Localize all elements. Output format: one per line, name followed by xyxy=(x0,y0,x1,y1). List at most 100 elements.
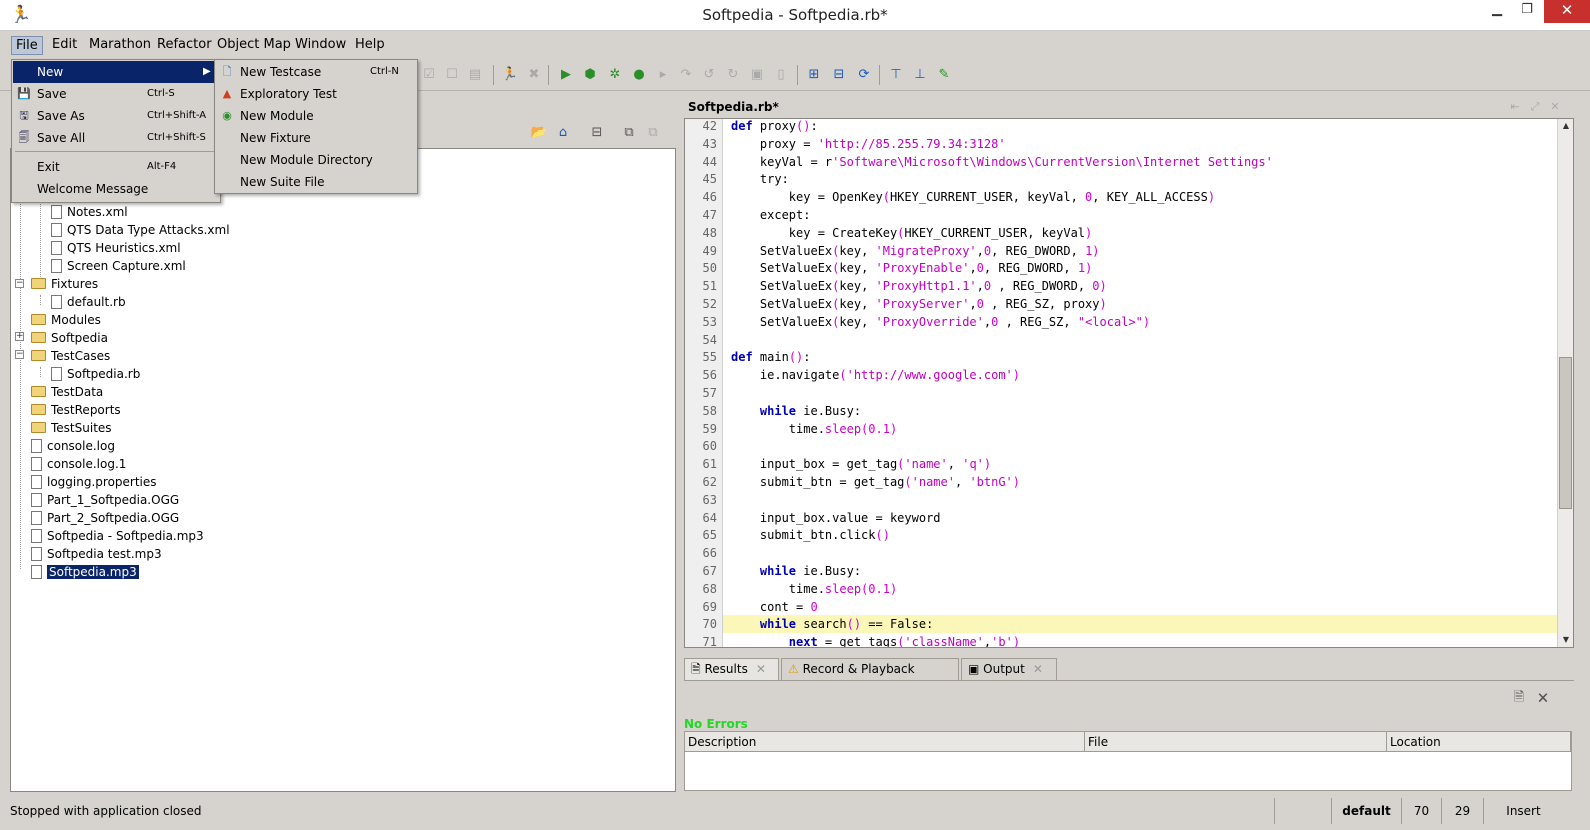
close-tab-icon[interactable]: ✕ xyxy=(1033,662,1043,676)
tab-output[interactable]: ▣ Output ✕ xyxy=(961,658,1057,680)
tree-node[interactable]: console.log.1 xyxy=(31,455,126,473)
menu-object-map[interactable]: Object Map xyxy=(213,36,295,53)
tree-folder-testreports[interactable]: TestReports xyxy=(31,401,121,419)
code-line[interactable]: while search() == False: xyxy=(731,615,933,633)
minimize-icon[interactable]: ▁ xyxy=(1482,0,1512,23)
tree-node[interactable]: QTS Data Type Attacks.xml xyxy=(51,221,230,239)
menu-item-new-module-directory[interactable]: New Module Directory xyxy=(216,149,416,171)
code-line[interactable]: input_box.value = keyword xyxy=(731,509,941,527)
tree-node[interactable]: Part_2_Softpedia.OGG xyxy=(31,509,179,527)
play-slow-icon[interactable]: ⬢ xyxy=(581,66,599,84)
menu-item-welcome-message[interactable]: Welcome Message xyxy=(13,178,219,200)
tab-results[interactable]: 🗎 Results ✕ xyxy=(684,658,779,680)
code-line[interactable]: key = OpenKey(HKEY_CURRENT_USER, keyVal,… xyxy=(731,188,1215,206)
tree-folder-testcases[interactable]: TestCases xyxy=(31,347,110,365)
tree-node[interactable]: QTS Heuristics.xml xyxy=(51,239,181,257)
scroll-thumb[interactable] xyxy=(1559,357,1572,509)
code-line[interactable]: while ie.Busy: xyxy=(731,402,861,420)
up-folder-icon[interactable]: 📂 xyxy=(530,124,548,142)
menu-edit[interactable]: Edit xyxy=(48,36,81,53)
record-icon[interactable]: 🏃 xyxy=(501,66,519,84)
breakpoint-icon[interactable]: ● xyxy=(630,66,648,84)
tree-folder-fixtures[interactable]: Fixtures xyxy=(31,275,98,293)
code-line[interactable]: submit_btn.click() xyxy=(731,526,890,544)
column-file[interactable]: File xyxy=(1085,732,1387,752)
scroll-down-icon[interactable]: ▼ xyxy=(1560,634,1572,646)
menu-item-save-as[interactable]: 🖫 Save As Ctrl+Shift-A xyxy=(13,105,219,127)
close-editor-icon[interactable]: ✕ xyxy=(1546,98,1564,116)
tree-folder-testdata[interactable]: TestData xyxy=(31,383,103,401)
code-line[interactable]: ie.navigate('http://www.google.com') xyxy=(731,366,1020,384)
tree-node[interactable]: Part_1_Softpedia.OGG xyxy=(31,491,179,509)
menu-item-exploratory-test[interactable]: ▲ Exploratory Test xyxy=(216,83,416,105)
page-icon[interactable]: ▯ xyxy=(772,66,790,84)
code-line[interactable]: SetValueEx(key, 'ProxyHttp1.1',0 , REG_D… xyxy=(731,277,1107,295)
object-map-refresh-icon[interactable]: ⟳ xyxy=(855,66,873,84)
menu-marathon[interactable]: Marathon xyxy=(85,36,155,53)
menu-window[interactable]: Window xyxy=(291,36,350,53)
column-location[interactable]: Location xyxy=(1387,732,1571,752)
collapse-icon[interactable]: ⊟ xyxy=(588,124,606,142)
code-line[interactable]: input_box = get_tag('name', 'q') xyxy=(731,455,991,473)
code-line[interactable]: SetValueEx(key, 'MigrateProxy',0, REG_DW… xyxy=(731,242,1100,260)
code-line[interactable]: key = CreateKey(HKEY_CURRENT_USER, keyVa… xyxy=(731,224,1092,242)
code-line[interactable]: next = get_tags('className','b') xyxy=(731,633,1020,647)
tree-node[interactable]: Notes.xml xyxy=(51,203,128,221)
square-tool-icon[interactable]: ☐ xyxy=(443,66,461,84)
menu-refactor[interactable]: Refactor xyxy=(153,36,216,53)
menu-item-new-fixture[interactable]: New Fixture xyxy=(216,127,416,149)
code-line[interactable]: except: xyxy=(731,206,811,224)
tree-node-selected[interactable]: Softpedia.mp3 xyxy=(31,563,139,581)
menu-item-new-suite-file[interactable]: New Suite File xyxy=(216,171,416,193)
tree-node[interactable]: Softpedia - Softpedia.mp3 xyxy=(31,527,204,545)
tree-node[interactable]: Softpedia.rb xyxy=(51,365,140,383)
home-icon[interactable]: ⌂ xyxy=(554,124,572,142)
menu-item-exit[interactable]: Exit Alt-F4 xyxy=(13,156,219,178)
hierarchy-alt-icon[interactable]: ⊥ xyxy=(911,66,929,84)
tree-node[interactable]: console.log xyxy=(31,437,115,455)
tree-node[interactable]: Softpedia test.mp3 xyxy=(31,545,162,563)
code-line[interactable]: SetValueEx(key, 'ProxyOverride',0 , REG_… xyxy=(731,313,1150,331)
tree-node[interactable]: default.rb xyxy=(51,293,126,311)
editor-tab[interactable]: Softpedia.rb* xyxy=(684,96,779,118)
copy-icon[interactable]: ⧉ xyxy=(620,124,638,142)
tree-node[interactable]: logging.properties xyxy=(31,473,157,491)
menu-item-new[interactable]: New ▶ xyxy=(13,61,219,83)
debug-icon[interactable]: ✲ xyxy=(606,66,624,84)
maximize-icon[interactable]: ❐ xyxy=(1512,0,1542,23)
code-line[interactable]: time.sleep(0.1) xyxy=(731,420,897,438)
code-line[interactable]: try: xyxy=(731,170,789,188)
code-editor[interactable]: 42 43 44 45 46 47 48 49 50 51 52 53 54 55 56 57 58 59 60 61… xyxy=(684,118,1574,648)
code-line[interactable]: proxy = 'http://85.255.79.34:3128' xyxy=(731,135,1006,153)
editor-scrollbar[interactable]: ▲ ▼ xyxy=(1557,119,1573,647)
project-tree[interactable]: xml Notes.xml QTS Data Type Attacks.xml … xyxy=(10,148,676,792)
new-file-icon[interactable]: ✎ xyxy=(935,66,953,84)
menu-help[interactable]: Help xyxy=(351,36,389,53)
close-tab-icon[interactable]: ✕ xyxy=(756,662,766,676)
code-line[interactable]: time.sleep(0.1) xyxy=(731,580,897,598)
maximize-editor-icon[interactable]: ⤢ xyxy=(1526,98,1544,116)
step-over-icon[interactable]: ↷ xyxy=(677,66,695,84)
object-map-edit-icon[interactable]: ⊟ xyxy=(830,66,848,84)
paste-icon[interactable]: ⧉ xyxy=(644,124,662,142)
play-icon[interactable]: ▶ xyxy=(557,66,575,84)
scroll-up-icon[interactable]: ▲ xyxy=(1560,120,1572,132)
column-description[interactable]: Description xyxy=(685,732,1085,752)
code-line[interactable]: def proxy(): xyxy=(731,119,818,135)
expand-softpedia-icon[interactable]: + xyxy=(15,332,24,341)
code-line[interactable]: cont = 0 xyxy=(731,598,818,616)
clear-results-icon[interactable]: 🗙 xyxy=(1534,689,1552,707)
menu-item-new-module[interactable]: ◉ New Module xyxy=(216,105,416,127)
list-tool-icon[interactable]: ▤ xyxy=(466,66,484,84)
tree-folder-testsuites[interactable]: TestSuites xyxy=(31,419,112,437)
code-line[interactable]: SetValueEx(key, 'ProxyServer',0 , REG_SZ… xyxy=(731,295,1107,313)
menu-item-save-all[interactable]: 🗐 Save All Ctrl+Shift-S xyxy=(13,127,219,149)
step-return-icon[interactable]: ↺ xyxy=(700,66,718,84)
menu-file[interactable]: File xyxy=(11,36,43,55)
code-line[interactable]: submit_btn = get_tag('name', 'btnG') xyxy=(731,473,1020,491)
step-icon[interactable]: ▸ xyxy=(654,66,672,84)
resume-icon[interactable]: ↻ xyxy=(724,66,742,84)
minimize-editor-icon[interactable]: ⇤ xyxy=(1506,98,1524,116)
object-map-icon[interactable]: ⊞ xyxy=(805,66,823,84)
menu-item-save[interactable]: 💾 Save Ctrl-S xyxy=(13,83,219,105)
